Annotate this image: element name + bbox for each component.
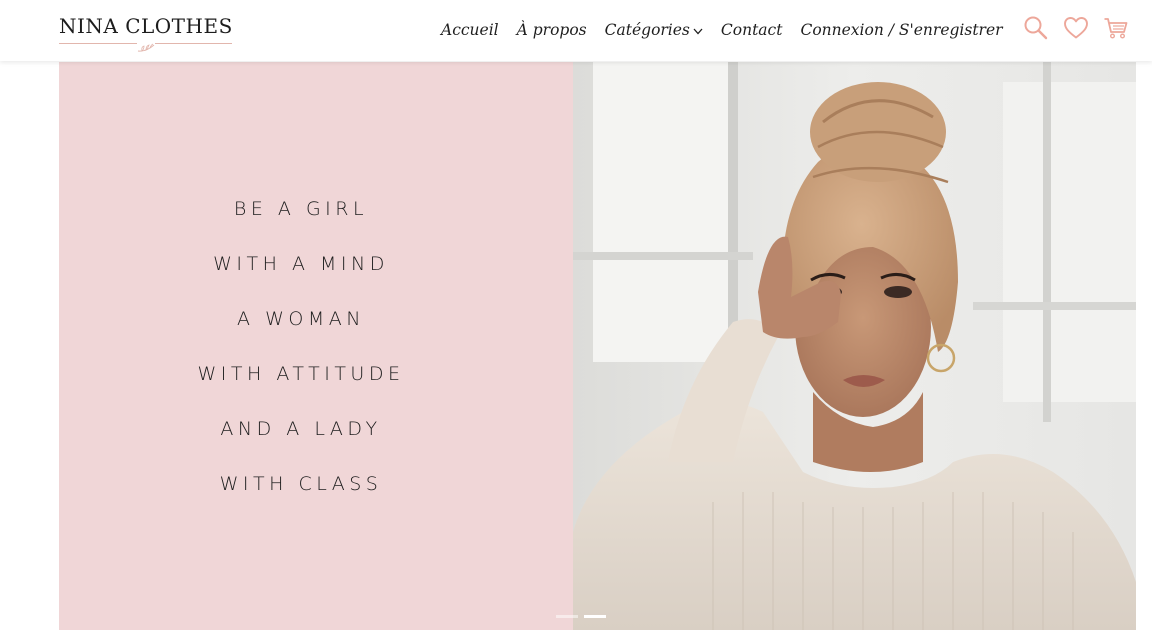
brand-logo[interactable]: NINA CLOTHES (59, 14, 234, 52)
carousel-indicators (556, 615, 612, 618)
quote-line: AND A LADY (220, 418, 382, 440)
quote-panel: BE A GIRL WITH A MIND A WOMAN WITH ATTIT… (59, 62, 573, 630)
chevron-down-icon (693, 21, 703, 39)
carousel-dot-active[interactable] (584, 615, 606, 618)
nav-link-label: Contact (720, 21, 783, 39)
nav-link-categories[interactable]: Catégories (605, 21, 703, 39)
nav-link-label: À propos (516, 21, 587, 39)
quote-line: WITH ATTITUDE (197, 363, 405, 385)
model-photo (573, 62, 1136, 630)
carousel-dot[interactable] (556, 615, 578, 618)
nav-icons (1022, 14, 1130, 42)
quote-line: WITH CLASS (219, 473, 383, 495)
quote-line: WITH A MIND (213, 253, 389, 275)
nav-link-contact[interactable]: Contact (721, 21, 783, 39)
search-icon[interactable] (1022, 14, 1050, 42)
quote-line: BE A GIRL (233, 198, 369, 220)
leaf-icon (137, 38, 155, 57)
nav-link-a-propos[interactable]: À propos (517, 21, 587, 39)
nav-link-label: Connexion / S'enregistrer (800, 21, 1003, 39)
nav-link-label: Accueil (441, 21, 499, 39)
nav-link-connexion[interactable]: Connexion / S'enregistrer (800, 21, 1002, 39)
nav-link-accueil[interactable]: Accueil (441, 21, 499, 39)
hero-carousel: BE A GIRL WITH A MIND A WOMAN WITH ATTIT… (59, 62, 1136, 630)
logo-divider (59, 43, 137, 44)
heart-icon[interactable] (1062, 14, 1090, 42)
brand-name: NINA CLOTHES (59, 14, 233, 38)
logo-divider (155, 43, 232, 44)
cart-icon[interactable] (1102, 14, 1130, 42)
nav-link-label: Catégories (604, 21, 690, 39)
navbar: NINA CLOTHES Accueil À propos Catégories… (0, 0, 1152, 61)
quote-line: A WOMAN (237, 308, 365, 330)
main-nav: Accueil À propos Catégories Contact Conn… (441, 17, 1003, 43)
